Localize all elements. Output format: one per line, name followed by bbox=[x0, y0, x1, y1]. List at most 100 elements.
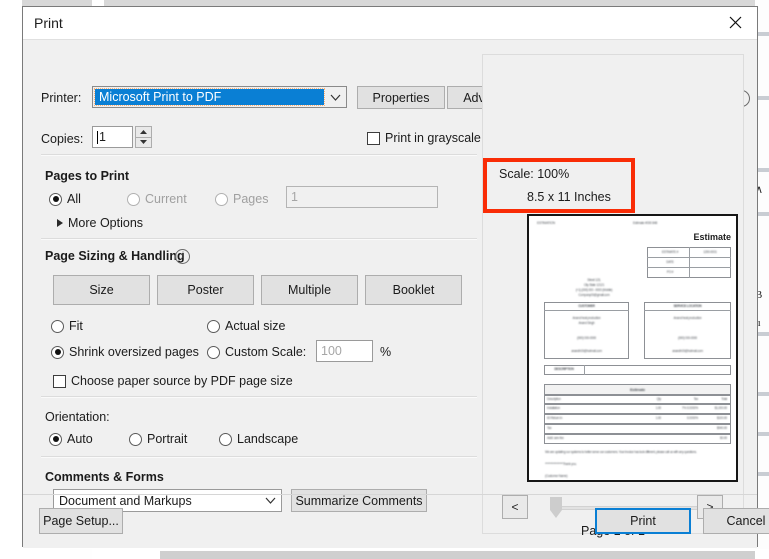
doc-service-header: SERVICE LOCATION bbox=[644, 304, 731, 308]
doc-items-col: Description bbox=[547, 397, 561, 401]
backdrop-bottom-gray2 bbox=[70, 549, 92, 559]
doc-item-qty: 1.00 bbox=[637, 416, 661, 420]
radio-icon bbox=[207, 320, 220, 333]
orientation-radio-auto-label: Auto bbox=[67, 432, 93, 446]
paper-source-checkbox[interactable]: Choose paper source by PDF page size bbox=[53, 374, 293, 388]
page-sizing-title: Page Sizing & Handling bbox=[45, 249, 185, 263]
properties-button-label: Properties bbox=[373, 91, 430, 105]
doc-item-tax: 0.0000% bbox=[665, 416, 698, 420]
section-divider bbox=[41, 238, 477, 240]
doc-meta-label: DATE bbox=[653, 260, 687, 264]
booklet-button-label: Booklet bbox=[393, 283, 435, 297]
doc-customer-line: (000) 000-0000 bbox=[544, 336, 629, 340]
orientation-radio-landscape[interactable]: Landscape bbox=[219, 432, 298, 446]
doc-from-line: Street 123, bbox=[563, 278, 625, 282]
sizing-radio-shrink[interactable]: Shrink oversized pages bbox=[51, 345, 199, 359]
paper-source-label: Choose paper source by PDF page size bbox=[71, 374, 293, 388]
section-divider bbox=[41, 154, 477, 156]
doc-item-qty: 1.00 bbox=[637, 406, 661, 410]
dialog-titlebar: Print bbox=[23, 7, 757, 40]
booklet-button[interactable]: Booklet bbox=[365, 275, 462, 305]
doc-description-header: DESCRIPTION bbox=[544, 367, 584, 371]
text-caret bbox=[97, 131, 98, 144]
custom-scale-input[interactable]: 100 bbox=[316, 340, 373, 362]
cancel-button[interactable]: Cancel bbox=[703, 508, 769, 534]
info-icon[interactable]: i bbox=[175, 249, 190, 264]
footer-divider bbox=[23, 494, 757, 495]
checkbox-box-icon bbox=[53, 375, 66, 388]
doc-item-desc: 60 Return In bbox=[547, 416, 562, 420]
doc-customer-line: Anand Singh bbox=[544, 321, 629, 325]
pages-radio-current-label: Current bbox=[145, 192, 187, 206]
comments-forms-select-value: Document and Markups bbox=[54, 494, 259, 508]
percent-label: % bbox=[380, 345, 391, 359]
sizing-radio-custom-scale[interactable]: Custom Scale: bbox=[207, 345, 306, 359]
pages-range-input[interactable]: 1 bbox=[286, 186, 438, 208]
summarize-comments-button[interactable]: Summarize Comments bbox=[291, 489, 427, 512]
multiple-button-label: Multiple bbox=[288, 283, 331, 297]
copies-stepper-up[interactable] bbox=[135, 126, 152, 137]
printer-select[interactable]: Microsoft Print to PDF bbox=[92, 86, 347, 108]
page-setup-button-label: Page Setup... bbox=[43, 514, 119, 528]
pages-radio-pages[interactable]: Pages bbox=[215, 192, 268, 206]
scale-info-highlight: Scale: 100% 8.5 x 11 Inches bbox=[483, 158, 635, 213]
page-setup-button[interactable]: Page Setup... bbox=[39, 508, 123, 534]
copies-input[interactable]: 1 bbox=[92, 126, 133, 148]
pages-radio-all[interactable]: All bbox=[49, 192, 81, 206]
size-button-label: Size bbox=[89, 283, 113, 297]
orientation-radio-landscape-label: Landscape bbox=[237, 432, 298, 446]
sizing-radio-shrink-label: Shrink oversized pages bbox=[69, 345, 199, 359]
more-options-label: More Options bbox=[68, 216, 143, 230]
orientation-title: Orientation: bbox=[45, 410, 110, 424]
doc-from-line: City State 12121 bbox=[563, 283, 625, 287]
orientation-radio-portrait[interactable]: Portrait bbox=[129, 432, 187, 446]
doc-meta-label: PO # bbox=[653, 270, 687, 274]
print-button[interactable]: Print bbox=[595, 508, 691, 534]
doc-items-col: Tax bbox=[674, 397, 698, 401]
cancel-button-label: Cancel bbox=[727, 514, 766, 528]
chevron-right-icon bbox=[57, 219, 63, 227]
pages-range-input-value: 1 bbox=[291, 190, 298, 204]
doc-item-desc: Addl. serv fee bbox=[547, 436, 564, 440]
orientation-radio-auto[interactable]: Auto bbox=[49, 432, 93, 446]
radio-icon bbox=[49, 193, 62, 206]
checkbox-box-icon bbox=[367, 132, 380, 145]
poster-button[interactable]: Poster bbox=[157, 275, 254, 305]
copies-label: Copies: bbox=[41, 132, 83, 146]
orientation-radio-portrait-label: Portrait bbox=[147, 432, 187, 446]
doc-thanks: *****************Thank you. bbox=[545, 462, 576, 466]
sizing-radio-actual-size[interactable]: Actual size bbox=[207, 319, 285, 333]
doc-item-desc: Installation bbox=[547, 406, 560, 410]
sizing-radio-fit-label: Fit bbox=[69, 319, 83, 333]
sizing-radio-fit[interactable]: Fit bbox=[51, 319, 83, 333]
pages-to-print-title: Pages to Print bbox=[45, 169, 129, 183]
doc-item-total: $100.00 bbox=[699, 416, 727, 420]
doc-customer-line: Anand heat production bbox=[544, 316, 629, 320]
print-button-label: Print bbox=[630, 514, 656, 528]
radio-icon bbox=[49, 433, 62, 446]
sizing-radio-custom-scale-label: Custom Scale: bbox=[225, 345, 306, 359]
page-slider-thumb[interactable] bbox=[550, 497, 562, 518]
print-dialog: Print Printer: Microsoft Print to PDF Pr… bbox=[22, 6, 758, 547]
prev-page-label: < bbox=[511, 500, 518, 514]
pages-radio-current[interactable]: Current bbox=[127, 192, 187, 206]
doc-items-title: Estimate bbox=[544, 387, 731, 392]
doc-service-line: (000) 000-0000 bbox=[644, 336, 731, 340]
doc-service-line: anandh00@hotmail.com bbox=[644, 349, 731, 353]
section-divider bbox=[41, 456, 477, 458]
size-button[interactable]: Size bbox=[53, 275, 150, 305]
doc-item-total: $940.00 bbox=[699, 426, 727, 430]
prev-page-button[interactable]: < bbox=[502, 495, 528, 519]
document-preview-page: ESTIMATION Estimate #000 848 Estimate ES… bbox=[527, 214, 738, 482]
doc-item-desc: Tax bbox=[547, 426, 551, 430]
backdrop-bottom-gray bbox=[160, 551, 755, 559]
doc-from-line: (+1) (000) 000 - 0000 (Mobile) bbox=[559, 288, 629, 292]
multiple-button[interactable]: Multiple bbox=[261, 275, 358, 305]
close-icon[interactable] bbox=[713, 7, 757, 38]
doc-service-line: Anand heat production bbox=[644, 316, 731, 320]
more-options-toggle[interactable]: More Options bbox=[57, 216, 143, 230]
properties-button[interactable]: Properties bbox=[357, 86, 445, 109]
copies-stepper-down[interactable] bbox=[135, 137, 152, 149]
summarize-comments-button-label: Summarize Comments bbox=[295, 494, 422, 508]
copies-stepper[interactable] bbox=[135, 126, 152, 148]
